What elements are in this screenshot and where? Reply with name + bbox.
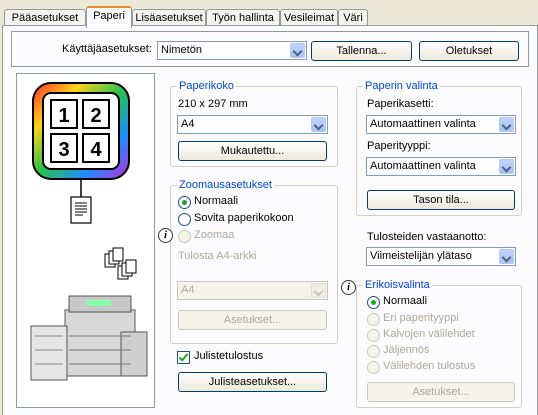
radio-selected-icon[interactable] <box>178 196 191 209</box>
special-settings-button: Asetukset... <box>367 382 515 402</box>
paper-type-label: Paperityyppi: <box>367 140 431 152</box>
page-number-3: 3 <box>58 139 69 161</box>
output-tray-value: Viimeistelijän ylätaso <box>370 250 472 262</box>
paper-tray-value: Automaattinen valinta <box>370 118 476 130</box>
user-settings-select[interactable]: Nimetön <box>157 41 307 60</box>
poster-settings-button[interactable]: Julisteasetukset... <box>178 372 327 392</box>
preview-panel: 1 2 3 4 <box>16 73 155 408</box>
radio-selected-icon[interactable] <box>367 296 380 309</box>
paper-type-value: Automaattinen valinta <box>370 160 476 172</box>
nup-layout-icon: 1 2 3 4 <box>32 82 130 180</box>
chevron-down-icon[interactable] <box>311 117 326 132</box>
zoom-option-fit-label: Sovita paperikokoon <box>194 212 294 224</box>
zoom-settings-button: Asetukset... <box>178 310 327 330</box>
radio-icon[interactable] <box>178 213 191 226</box>
chevron-down-icon[interactable] <box>499 117 514 132</box>
preview-illustration: 1 2 3 4 <box>30 82 148 381</box>
custom-size-button[interactable]: Mukautettu... <box>178 141 327 161</box>
special-option-carbon-copy-label: Jäljennös <box>383 344 430 356</box>
print-on-label: Tulosta A4-arkki <box>178 250 257 262</box>
radio-icon <box>367 313 380 326</box>
tab-color[interactable]: Väri <box>338 9 368 26</box>
chevron-down-icon[interactable] <box>290 43 305 58</box>
printer-machine-icon <box>30 295 148 381</box>
user-settings-label: Käyttäjäasetukset: <box>62 43 152 55</box>
radio-icon <box>367 329 380 342</box>
paper-size-title: Paperikoko <box>177 80 237 92</box>
tab-watermarks[interactable]: Vesileimat <box>280 9 338 26</box>
page-number-2: 2 <box>90 105 101 127</box>
tab-paper[interactable]: Paperi <box>86 6 132 28</box>
sort-output-icon <box>104 247 137 280</box>
radio-icon <box>178 230 191 243</box>
print-on-select: A4 <box>177 281 328 300</box>
chevron-down-icon[interactable] <box>499 159 514 174</box>
special-option-different-paper-label: Eri paperityyppi <box>383 312 459 324</box>
print-on-value: A4 <box>181 284 195 296</box>
tab-main[interactable]: Pääasetukset <box>4 9 86 26</box>
special-mode-title: Erikoisvalinta <box>363 279 432 291</box>
page-number-1: 1 <box>58 105 69 127</box>
tray-status-button[interactable]: Tason tila... <box>367 190 515 210</box>
paper-selection-title: Paperin valinta <box>363 80 440 92</box>
tab-strip: Pääasetukset Paperi Lisäasetukset Työn h… <box>0 0 538 28</box>
tab-advanced[interactable]: Lisäasetukset <box>132 9 206 26</box>
special-option-transparency-inserts-label: Kalvojen välilehdet <box>383 328 475 340</box>
special-option-tab-print-label: Välilehden tulostus <box>383 360 476 372</box>
document-icon <box>70 196 92 224</box>
defaults-button[interactable]: Oletukset <box>419 41 519 61</box>
radio-icon <box>367 361 380 374</box>
info-icon[interactable]: i <box>158 228 173 243</box>
user-settings-value: Nimetön <box>161 44 202 56</box>
zoom-option-normal-label: Normaali <box>194 195 239 207</box>
chevron-down-icon[interactable] <box>499 249 514 264</box>
paper-size-value: A4 <box>181 118 195 130</box>
paper-tray-label: Paperikasetti: <box>367 98 434 110</box>
tab-job-handling[interactable]: Työn hallinta <box>206 9 280 26</box>
poster-checkbox[interactable] <box>177 351 190 364</box>
output-tray-label: Tulosteiden vastaanotto: <box>367 231 487 243</box>
paper-type-select[interactable]: Automaattinen valinta <box>366 157 516 176</box>
save-button[interactable]: Tallenna... <box>311 41 412 61</box>
zoom-option-zoom-label: Zoomaa <box>194 229 235 241</box>
paper-dimensions: 210 x 297 mm <box>178 98 248 110</box>
info-icon[interactable]: i <box>341 280 356 295</box>
radio-icon <box>367 345 380 358</box>
chevron-down-icon <box>311 283 326 298</box>
special-option-normal-label: Normaali <box>383 295 428 307</box>
output-tray-select[interactable]: Viimeistelijän ylätaso <box>366 247 516 266</box>
paper-tray-select[interactable]: Automaattinen valinta <box>366 115 516 134</box>
zoom-settings-title: Zoomausasetukset <box>177 179 274 191</box>
page-number-4: 4 <box>90 139 102 161</box>
paper-size-select[interactable]: A4 <box>177 115 328 134</box>
poster-checkbox-label: Julistetulostus <box>194 350 264 362</box>
